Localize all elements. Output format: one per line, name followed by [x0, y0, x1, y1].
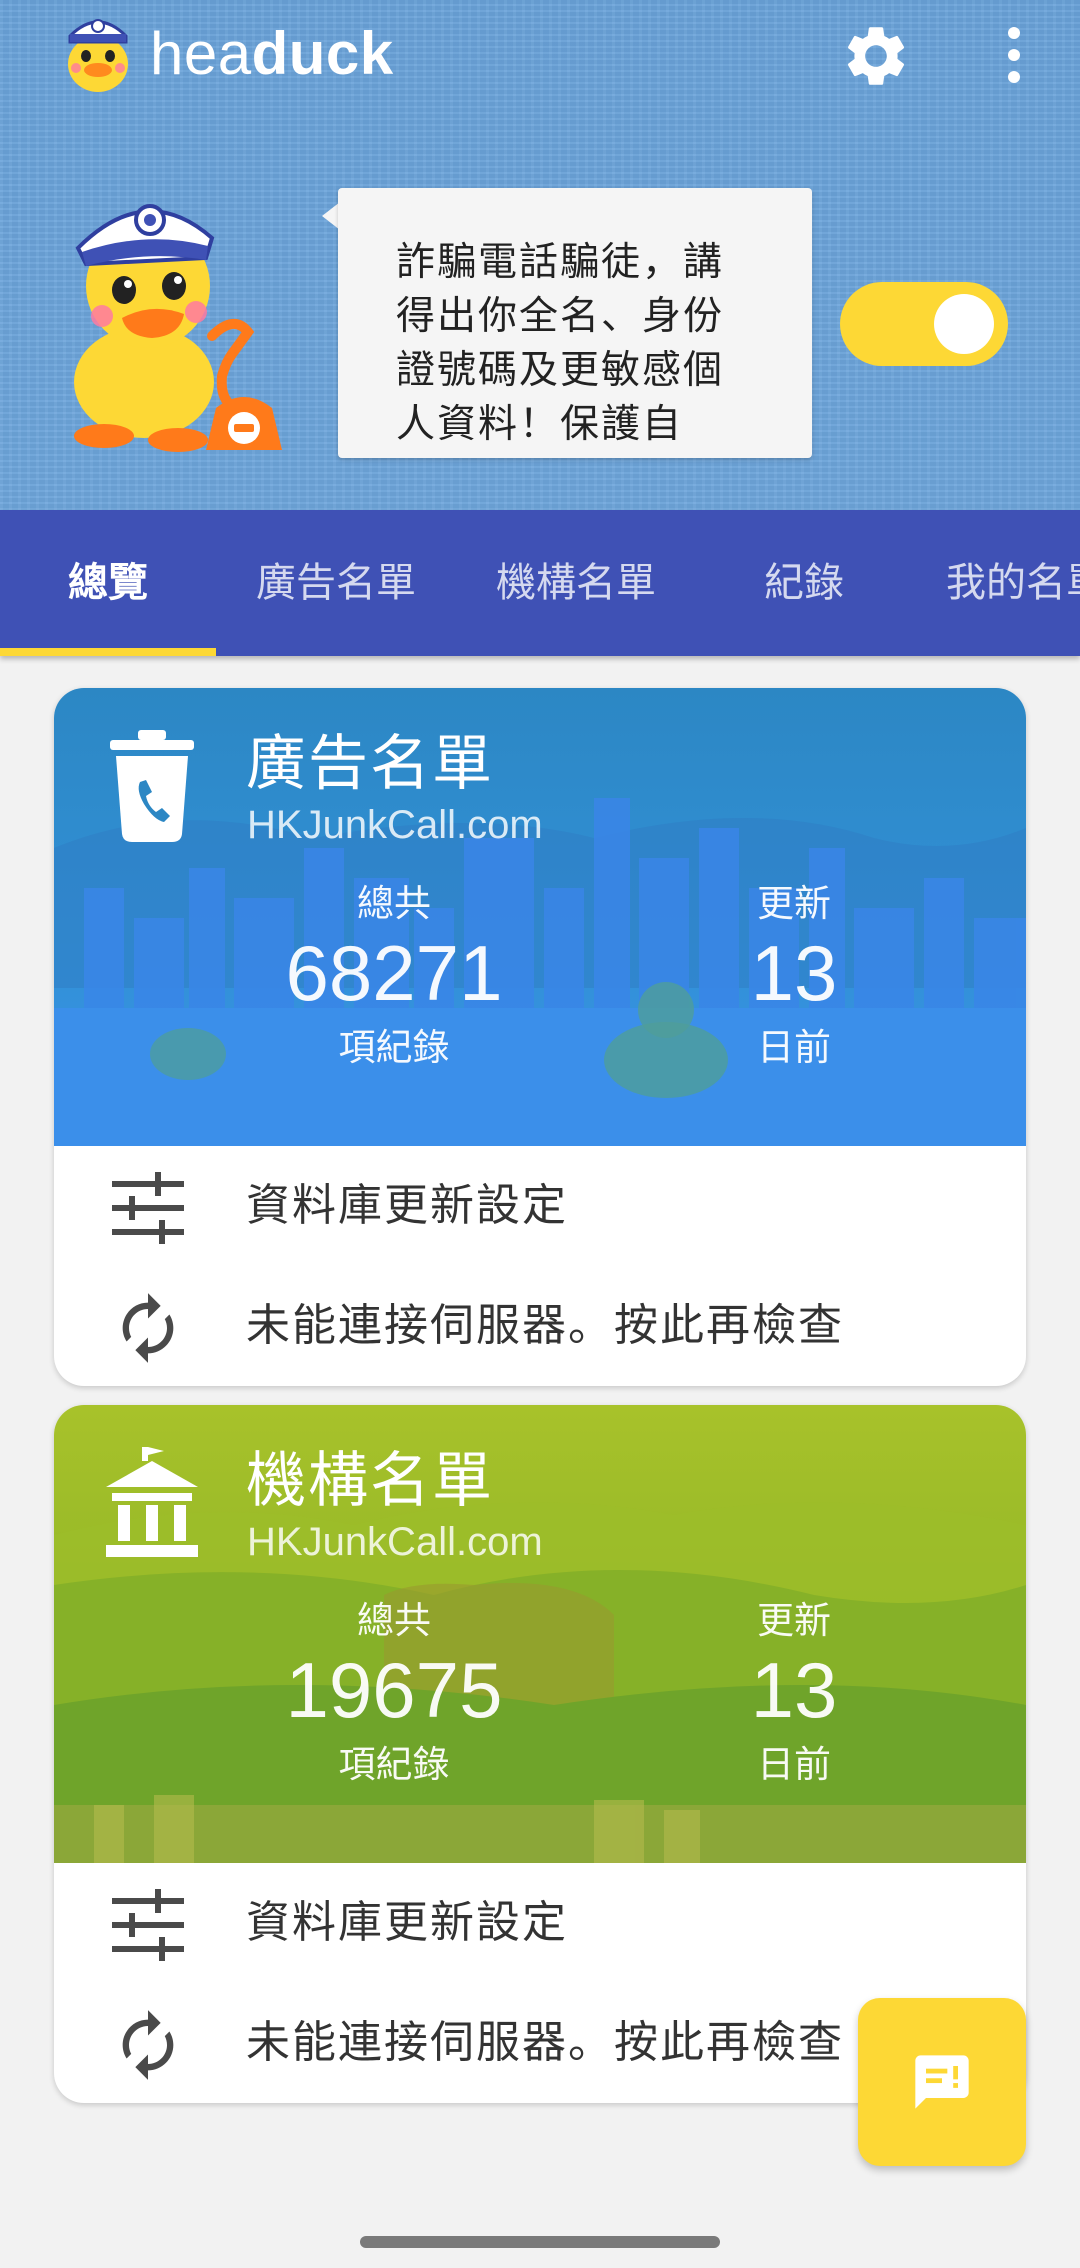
card-source: HKJunkCall.com — [247, 803, 543, 847]
tab-records[interactable]: 紀錄 — [744, 510, 864, 656]
total-label: 總共 — [357, 882, 431, 925]
protection-toggle[interactable] — [840, 282, 1008, 366]
server-status-label: 未能連接伺服器。按此再檢查 — [246, 2017, 844, 2068]
feedback-button[interactable] — [858, 1998, 1026, 2166]
duck-police-mascot-icon — [74, 204, 282, 452]
ad-list-banner[interactable]: 廣告名單 HKJunkCall.com 總共 68271 項紀錄 更新 13 日… — [54, 688, 1026, 1146]
speech-bubble[interactable]: 詐騙電話騙徒，講 得出你全名、身份 證號碼及更敏感個 人資料！保護自 — [338, 188, 812, 458]
bubble-line: 人資料！保護自 — [396, 402, 684, 447]
total-label: 總共 — [357, 1599, 431, 1642]
database-update-settings-row[interactable]: 資料庫更新設定 — [54, 1146, 1026, 1266]
card-title: 廣告名單 — [246, 729, 494, 799]
active-tab-indicator — [0, 648, 216, 656]
app-title-light: hea — [150, 20, 252, 87]
tab-institution-list[interactable]: 機構名單 — [476, 510, 676, 656]
refresh-icon — [122, 2010, 174, 2080]
tab-ad-list[interactable]: 廣告名單 — [236, 510, 436, 656]
bubble-line: 證號碼及更敏感個 — [396, 348, 725, 393]
update-days: 13 — [750, 1646, 838, 1734]
duck-police-logo-icon — [68, 19, 128, 92]
update-unit: 日前 — [757, 1743, 831, 1786]
update-unit: 日前 — [757, 1026, 831, 1069]
sliders-icon — [112, 1889, 184, 1961]
bubble-line: 詐騙電話騙徒，講 — [396, 240, 725, 285]
institution-list-banner[interactable]: 機構名單 HKJunkCall.com 總共 19675 項紀錄 更新 13 日… — [54, 1405, 1026, 1863]
total-count: 68271 — [285, 929, 503, 1017]
feedback-icon — [915, 2055, 969, 2109]
total-count: 19675 — [285, 1646, 503, 1734]
server-status-label: 未能連接伺服器。按此再檢查 — [246, 1300, 844, 1351]
ad-list-card: 廣告名單 HKJunkCall.com 總共 68271 項紀錄 更新 13 日… — [54, 688, 1026, 1386]
server-status-row[interactable]: 未能連接伺服器。按此再檢查 — [54, 1266, 1026, 1386]
database-update-settings-label: 資料庫更新設定 — [246, 1897, 568, 1948]
institution-icon — [106, 1447, 198, 1557]
app-title-bold: duck — [251, 20, 394, 87]
tab-my-list[interactable]: 我的名單 — [946, 510, 1080, 656]
total-unit: 項紀錄 — [338, 1743, 450, 1786]
card-source: HKJunkCall.com — [247, 1520, 543, 1564]
tab-bar: 總覽 廣告名單 機構名單 紀錄 我的名單 — [0, 510, 1080, 656]
update-label: 更新 — [757, 1599, 831, 1642]
update-days: 13 — [750, 929, 838, 1017]
toggle-knob — [934, 294, 994, 354]
database-update-settings-row[interactable]: 資料庫更新設定 — [54, 1863, 1026, 1983]
tab-overview[interactable]: 總覽 — [0, 510, 216, 656]
gear-icon[interactable] — [840, 20, 912, 92]
home-indicator[interactable] — [360, 2236, 720, 2248]
speech-bubble-text: 詐騙電話騙徒，講 得出你全名、身份 證號碼及更敏感個 人資料！保護自 — [396, 236, 756, 452]
card-title: 機構名單 — [246, 1446, 494, 1516]
trash-phone-icon — [110, 730, 194, 842]
total-unit: 項紀錄 — [338, 1026, 450, 1069]
refresh-icon — [122, 1293, 174, 1363]
more-vert-icon[interactable] — [994, 22, 1034, 88]
sliders-icon — [112, 1172, 184, 1244]
bubble-line: 得出你全名、身份 — [396, 294, 725, 339]
database-update-settings-label: 資料庫更新設定 — [246, 1180, 568, 1231]
app-header: headuck 詐騙電話騙徒，講 得出你全名、身份 證號碼及更敏感個 人資料！保… — [0, 0, 1080, 510]
update-label: 更新 — [757, 882, 831, 925]
app-title: headuck — [150, 18, 394, 90]
